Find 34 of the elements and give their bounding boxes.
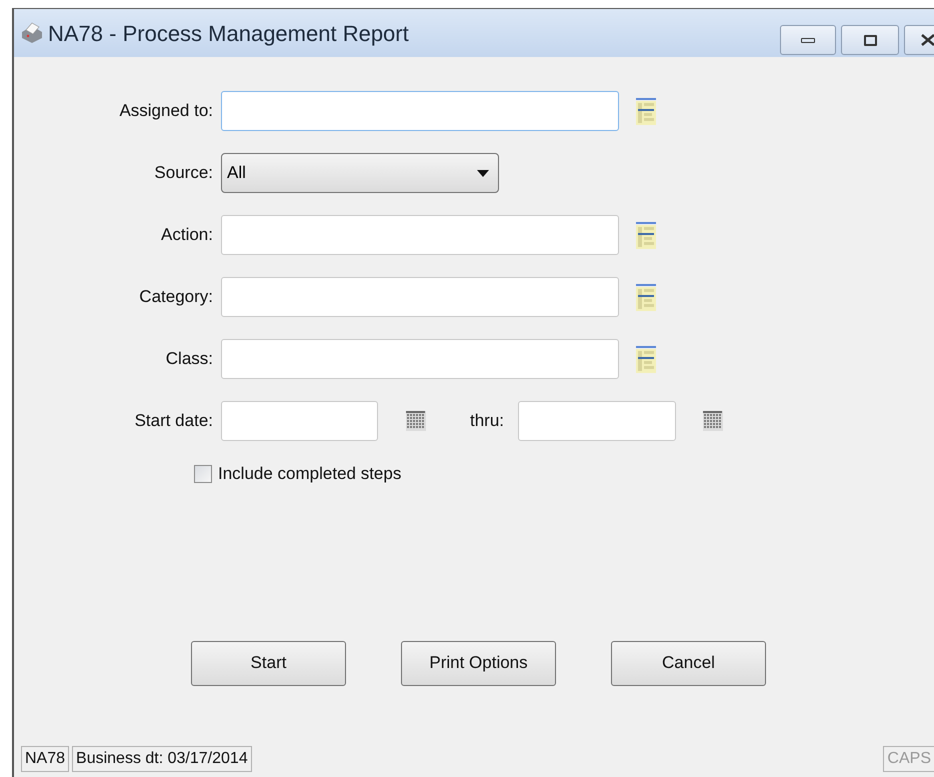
printer-icon — [20, 22, 44, 44]
date-field[interactable] — [518, 401, 676, 441]
minimize-button[interactable] — [780, 25, 836, 55]
text-field[interactable] — [221, 277, 619, 317]
lookup-icon[interactable] — [636, 222, 656, 248]
lookup-icon[interactable] — [636, 346, 656, 372]
lookup-icon[interactable] — [636, 284, 656, 310]
status-field: NA78 — [21, 746, 70, 772]
maximize-button[interactable] — [841, 25, 899, 55]
field-label: Class: — [166, 348, 213, 370]
window-title: NA78 - Process Management Report — [48, 20, 409, 48]
text-field[interactable] — [221, 215, 619, 255]
checkbox-label[interactable]: Include completed steps — [218, 461, 402, 486]
status-field: CAPS — [883, 746, 934, 772]
text-field[interactable] — [221, 91, 619, 131]
field-label: Start date: — [134, 410, 213, 432]
date-field[interactable] — [221, 401, 378, 441]
text-field[interactable] — [221, 339, 619, 379]
field-label: Category: — [139, 286, 213, 308]
calendar-icon[interactable] — [703, 411, 724, 431]
dialog-button[interactable]: Print Options — [401, 640, 556, 686]
close-icon — [921, 34, 934, 46]
calendar-icon[interactable] — [406, 411, 426, 431]
field-label: Assigned to: — [119, 100, 213, 122]
dialog-button[interactable]: Start — [191, 640, 346, 686]
field-label: thru: — [470, 410, 504, 432]
dialog-button[interactable]: Cancel — [611, 640, 766, 686]
caret-icon — [477, 170, 489, 176]
field-label: Source: — [154, 162, 213, 184]
lookup-icon[interactable] — [636, 98, 656, 124]
source-dropdown[interactable]: All — [221, 153, 499, 193]
checkbox[interactable] — [194, 464, 212, 483]
field-label: Action: — [161, 224, 213, 246]
status-field: Business dt: 03/17/2014 — [72, 746, 252, 772]
